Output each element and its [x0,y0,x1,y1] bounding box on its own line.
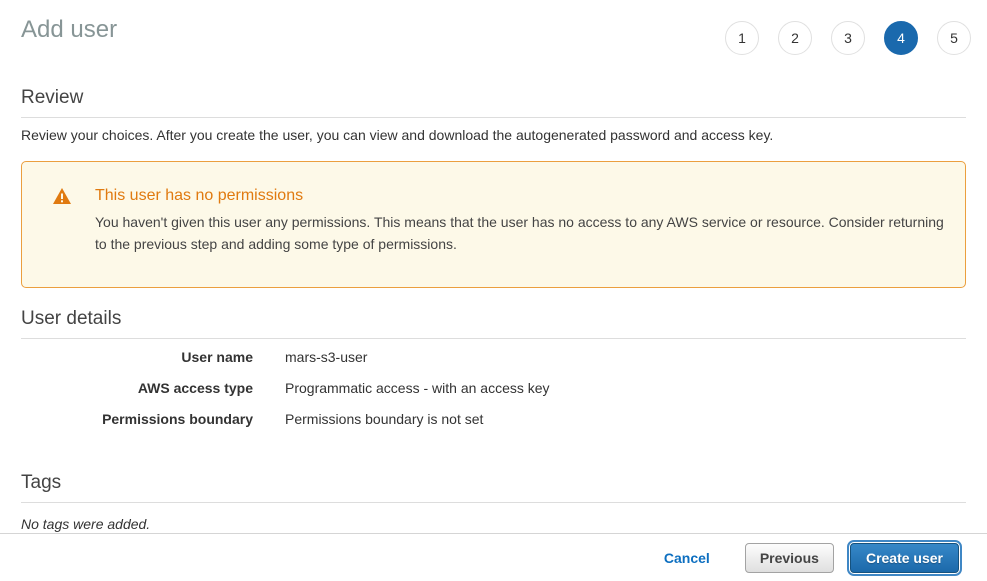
step-3: 3 [831,21,865,55]
cancel-button[interactable]: Cancel [664,550,710,566]
detail-value: Permissions boundary is not set [285,411,483,427]
detail-label: User name [21,349,253,365]
step-5: 5 [937,21,971,55]
main-content: Review Review your choices. After you cr… [21,86,966,532]
tags-empty-message: No tags were added. [21,516,966,532]
tags-heading: Tags [21,471,966,503]
create-user-button[interactable]: Create user [850,543,959,573]
wizard-footer: Cancel Previous Create user [0,533,987,581]
review-description: Review your choices. After you create th… [21,127,966,144]
detail-value: mars-s3-user [285,349,367,365]
step-1: 1 [725,21,759,55]
step-4-active: 4 [884,21,918,55]
step-indicator: 1 2 3 4 5 [725,21,971,55]
warning-body: You haven't given this user any permissi… [95,211,945,255]
step-2: 2 [778,21,812,55]
detail-row-permissions-boundary: Permissions boundary Permissions boundar… [21,411,966,442]
no-permissions-warning: This user has no permissions You haven't… [21,161,966,288]
review-heading: Review [21,86,966,118]
detail-row-user-name: User name mars-s3-user [21,349,966,380]
user-details-heading: User details [21,307,966,339]
detail-value: Programmatic access - with an access key [285,380,550,396]
warning-title: This user has no permissions [95,186,945,206]
detail-row-access-type: AWS access type Programmatic access - wi… [21,380,966,411]
detail-label: Permissions boundary [21,411,253,427]
detail-label: AWS access type [21,380,253,396]
previous-button[interactable]: Previous [745,543,834,573]
create-user-focus-ring: Create user [847,540,962,576]
wizard-header: Add user 1 2 3 4 5 [0,0,987,62]
user-details-rows: User name mars-s3-user AWS access type P… [21,339,966,442]
warning-triangle-icon [53,188,71,204]
